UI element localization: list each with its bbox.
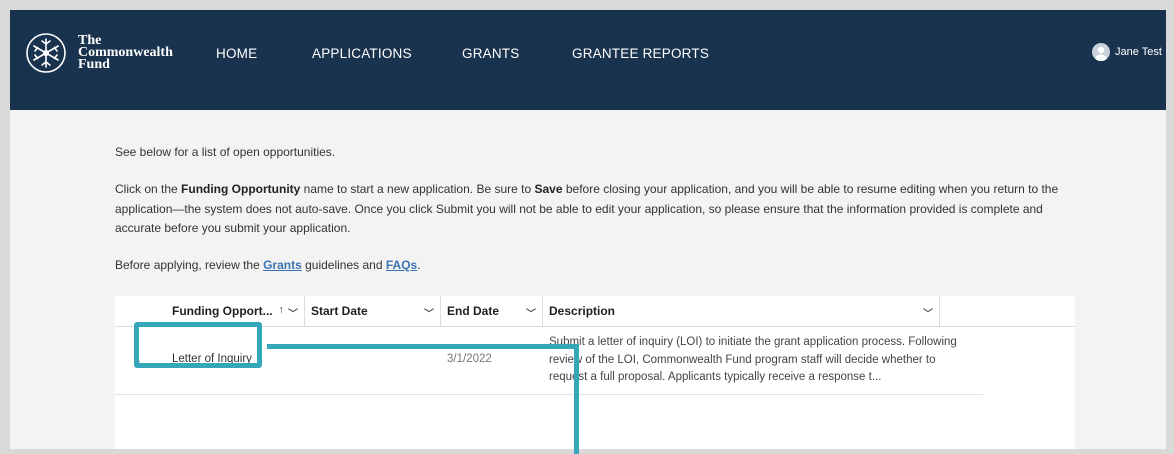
text-run: . [417,258,421,272]
chevron-down-icon[interactable]: ﹀ [923,305,933,320]
chevron-down-icon[interactable]: ﹀ [288,305,298,320]
avatar-icon [1092,43,1110,61]
annotation-connector [574,344,579,454]
site-header: The Commonwealth Fund HOME APPLICATIONS … [10,10,1166,110]
text-run: name to start a new application. Be sure… [300,182,535,196]
annotation-connector [267,344,578,349]
highlight-annotation [134,322,262,368]
chevron-down-icon[interactable]: ﹀ [424,305,434,320]
column-label: Start Date [311,304,368,318]
divider [115,394,983,395]
column-label: Funding Opport... [172,304,273,318]
opportunities-table: Funding Opport... ↑ ﹀ Start Date ﹀ End D… [115,296,1075,449]
logo-line: Fund [78,57,110,72]
nav-grantee-reports[interactable]: GRANTEE REPORTS [572,46,709,61]
chevron-down-icon[interactable]: ﹀ [526,305,536,320]
user-menu[interactable]: Jane Test [1092,43,1162,61]
end-date-cell: 3/1/2022 [447,353,492,365]
instructions-paragraph: Click on the Funding Opportunity name to… [115,180,1080,239]
grants-link[interactable]: Grants [263,258,302,272]
faqs-link[interactable]: FAQs [386,258,417,272]
column-header-start-date[interactable]: Start Date ﹀ [305,296,441,326]
snowflake-logo-icon[interactable] [26,33,66,73]
text-run: Click on the [115,182,182,196]
sort-ascending-icon[interactable]: ↑ [279,304,285,316]
save-bold: Save [534,182,563,196]
nav-home[interactable]: HOME [216,46,257,61]
column-label: Description [549,304,616,318]
column-label: End Date [447,304,500,318]
browser-frame: The Commonwealth Fund HOME APPLICATIONS … [10,10,1166,449]
nav-grants[interactable]: GRANTS [462,46,519,61]
review-paragraph: Before applying, review the Grants guide… [115,256,1080,276]
text-run: Before applying, review the [115,258,264,272]
column-header-description[interactable]: Description ﹀ [543,296,940,326]
text-run: guidelines and [301,258,386,272]
user-name: Jane Test [1115,46,1162,58]
logo-wordmark[interactable]: The Commonwealth Fund [78,34,173,72]
nav-applications[interactable]: APPLICATIONS [312,46,412,61]
description-cell: Submit a letter of inquiry (LOI) to init… [549,336,957,383]
funding-opportunity-bold: Funding Opportunity [181,182,301,196]
column-header-end-date[interactable]: End Date ﹀ [441,296,543,326]
intro-line: See below for a list of open opportuniti… [115,145,336,159]
